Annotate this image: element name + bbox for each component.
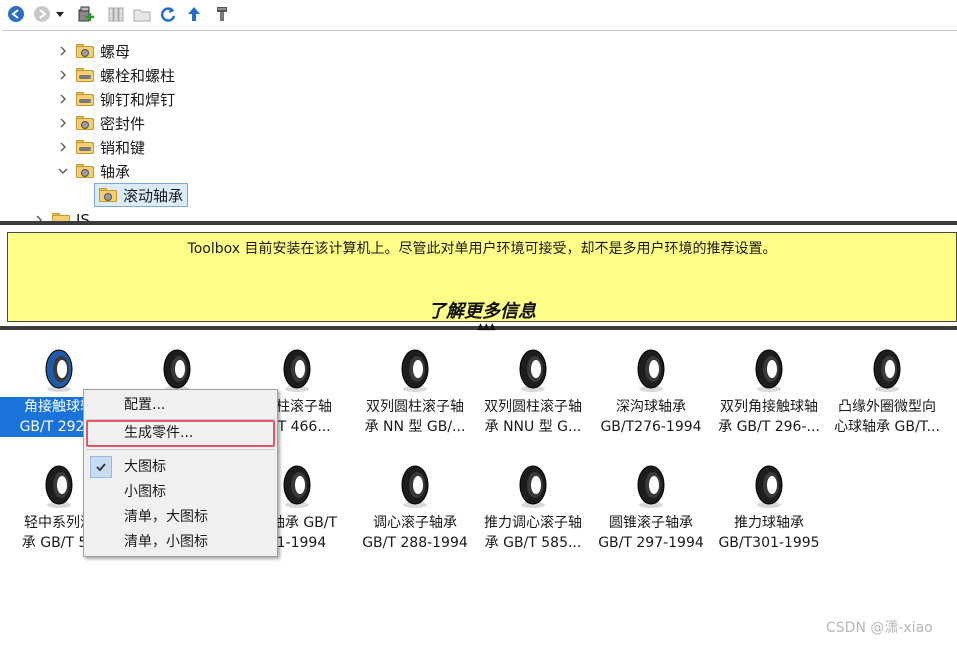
bearing-folder-icon: [76, 164, 94, 178]
chevron-right-icon[interactable]: [56, 92, 70, 106]
tree-item-label: 轴承: [100, 162, 131, 181]
tree-item-bolts[interactable]: 螺栓和螺柱: [56, 64, 175, 86]
bearing-icon: [356, 461, 474, 511]
tree-item-label: 螺母: [100, 42, 131, 61]
gallery-item-label: GB/T 288-1994: [362, 535, 468, 551]
seal-folder-icon: [76, 116, 94, 130]
menu-generate-part[interactable]: 生成零件...: [85, 421, 276, 445]
notice-text: Toolbox 目前安装在该计算机上。尽管此对单用户环境可接受，却不是多用户环境…: [187, 241, 777, 257]
chevron-right-icon[interactable]: [56, 116, 70, 130]
bolt-folder-icon: [76, 68, 94, 82]
pin-folder-icon: [76, 140, 94, 154]
tree-item-rolling-bearings[interactable]: 滚动轴承: [94, 183, 189, 207]
tree-item-bearings[interactable]: 轴承: [56, 160, 130, 182]
gallery-item[interactable]: 圆锥滚子轴承 GB/T 297-1994: [592, 461, 710, 553]
tree-item-rivets[interactable]: 铆钉和焊钉: [56, 88, 175, 110]
gallery-item-label: GB/T301-1995: [718, 535, 820, 551]
learn-more-link[interactable]: 了解更多信息: [8, 297, 956, 323]
tree-item-label: 螺栓和螺柱: [100, 66, 176, 85]
dropdown-icon[interactable]: [54, 4, 66, 24]
bearing-icon: [238, 345, 356, 395]
gallery-item-label: 承 NNU 型 G...: [484, 419, 582, 435]
forward-icon[interactable]: [32, 4, 52, 24]
bearing-icon: [828, 345, 946, 395]
tree-item-nuts[interactable]: 螺母: [56, 40, 130, 62]
gallery-item-label: 承 GB/T 296-...: [718, 419, 820, 435]
bearing-icon: [710, 345, 828, 395]
gallery-item[interactable]: 深沟球轴承 GB/T276-1994: [592, 345, 710, 437]
gallery-item-label: 双列圆柱滚子轴: [484, 399, 582, 415]
tree-item-label: 滚动轴承: [123, 186, 184, 205]
gallery-item-label: 推力球轴承: [734, 515, 804, 531]
gallery-item[interactable]: 调心滚子轴承 GB/T 288-1994: [356, 461, 474, 553]
menu-large-icons[interactable]: 大图标: [85, 455, 276, 479]
bearing-icon: [592, 461, 710, 511]
chevron-right-icon[interactable]: [56, 44, 70, 58]
bearing-icon: [0, 345, 118, 395]
gallery-item[interactable]: 双列圆柱滚子轴承 NNU 型 G...: [474, 345, 592, 437]
tree-view: 螺母 螺栓和螺柱 铆钉和焊钉 密封件 销和键 轴承 滚动轴承 JS: [2, 30, 957, 222]
bearing-icon: [592, 345, 710, 395]
notice-banner: Toolbox 目前安装在该计算机上。尽管此对单用户环境可接受，却不是多用户环境…: [7, 232, 957, 322]
top-splitter[interactable]: [0, 221, 957, 225]
gallery-item-label: 心球轴承 GB/T...: [834, 419, 940, 435]
rolling-bearing-folder-icon: [99, 188, 117, 202]
chevron-right-icon[interactable]: [56, 68, 70, 82]
watermark: CSDN @潇-xiao: [826, 620, 933, 636]
gallery-item-label: GB/T276-1994: [600, 419, 702, 435]
bearing-icon: [710, 461, 828, 511]
chevron-right-icon[interactable]: [56, 140, 70, 154]
context-menu: 配置... 生成零件... 大图标 小图标 清单，大图标 清单，小图标: [83, 389, 278, 557]
tree-item-label: 销和键: [100, 138, 146, 157]
bearing-icon: [356, 345, 474, 395]
bearing-icon: [474, 461, 592, 511]
menu-configure[interactable]: 配置...: [85, 393, 276, 417]
gallery-item-label: GB/T 297-1994: [598, 535, 704, 551]
nut-folder-icon: [76, 44, 94, 58]
bearing-icon: [474, 345, 592, 395]
gallery-item-label: 承 GB/T 585...: [484, 535, 582, 551]
bearing-icon: [118, 345, 236, 395]
refresh-icon[interactable]: [158, 4, 178, 24]
gallery-item[interactable]: 双列角接触球轴承 GB/T 296-...: [710, 345, 828, 437]
open-folder-icon[interactable]: [132, 4, 152, 24]
gallery-item-label: 承 NN 型 GB/...: [364, 419, 466, 435]
add-toolbox-icon[interactable]: [76, 4, 96, 24]
tree-item-pins-keys[interactable]: 销和键: [56, 136, 145, 158]
chevron-down-icon[interactable]: [56, 164, 70, 178]
menu-small-icons[interactable]: 小图标: [85, 480, 276, 504]
back-icon[interactable]: [6, 4, 26, 24]
gallery-item-label: 深沟球轴承: [616, 399, 686, 415]
tree-item-seals[interactable]: 密封件: [56, 112, 145, 134]
splitter-grip[interactable]: ▲▲▲: [477, 323, 497, 332]
gallery-item[interactable]: 双列圆柱滚子轴承 NN 型 GB/...: [356, 345, 474, 437]
up-icon[interactable]: [184, 4, 204, 24]
tree-item-label: 铆钉和焊钉: [100, 90, 176, 109]
gallery-item[interactable]: 推力调心滚子轴承 GB/T 585...: [474, 461, 592, 553]
gallery-item-label: 推力调心滚子轴: [484, 515, 582, 531]
gallery-item-label: 调心滚子轴承: [373, 515, 457, 531]
gallery-item-label: 双列角接触球轴: [720, 399, 818, 415]
library-icon[interactable]: [106, 4, 126, 24]
toolbar: [0, 0, 957, 30]
gallery-item-label: 双列圆柱滚子轴: [366, 399, 464, 415]
gallery-item-label: 凸缘外圈微型向: [838, 399, 936, 415]
gallery-item-label: 圆锥滚子轴承: [609, 515, 693, 531]
gallery-item[interactable]: 推力球轴承 GB/T301-1995: [710, 461, 828, 553]
menu-separator: [86, 449, 275, 450]
settings-icon[interactable]: [212, 4, 232, 24]
menu-list-large-icons[interactable]: 清单，大图标: [85, 505, 276, 529]
menu-list-small-icons[interactable]: 清单，小图标: [85, 530, 276, 554]
gallery-item[interactable]: 凸缘外圈微型向 心球轴承 GB/T...: [828, 345, 946, 437]
rivet-folder-icon: [76, 92, 94, 106]
tree-item-label: 密封件: [100, 114, 146, 133]
